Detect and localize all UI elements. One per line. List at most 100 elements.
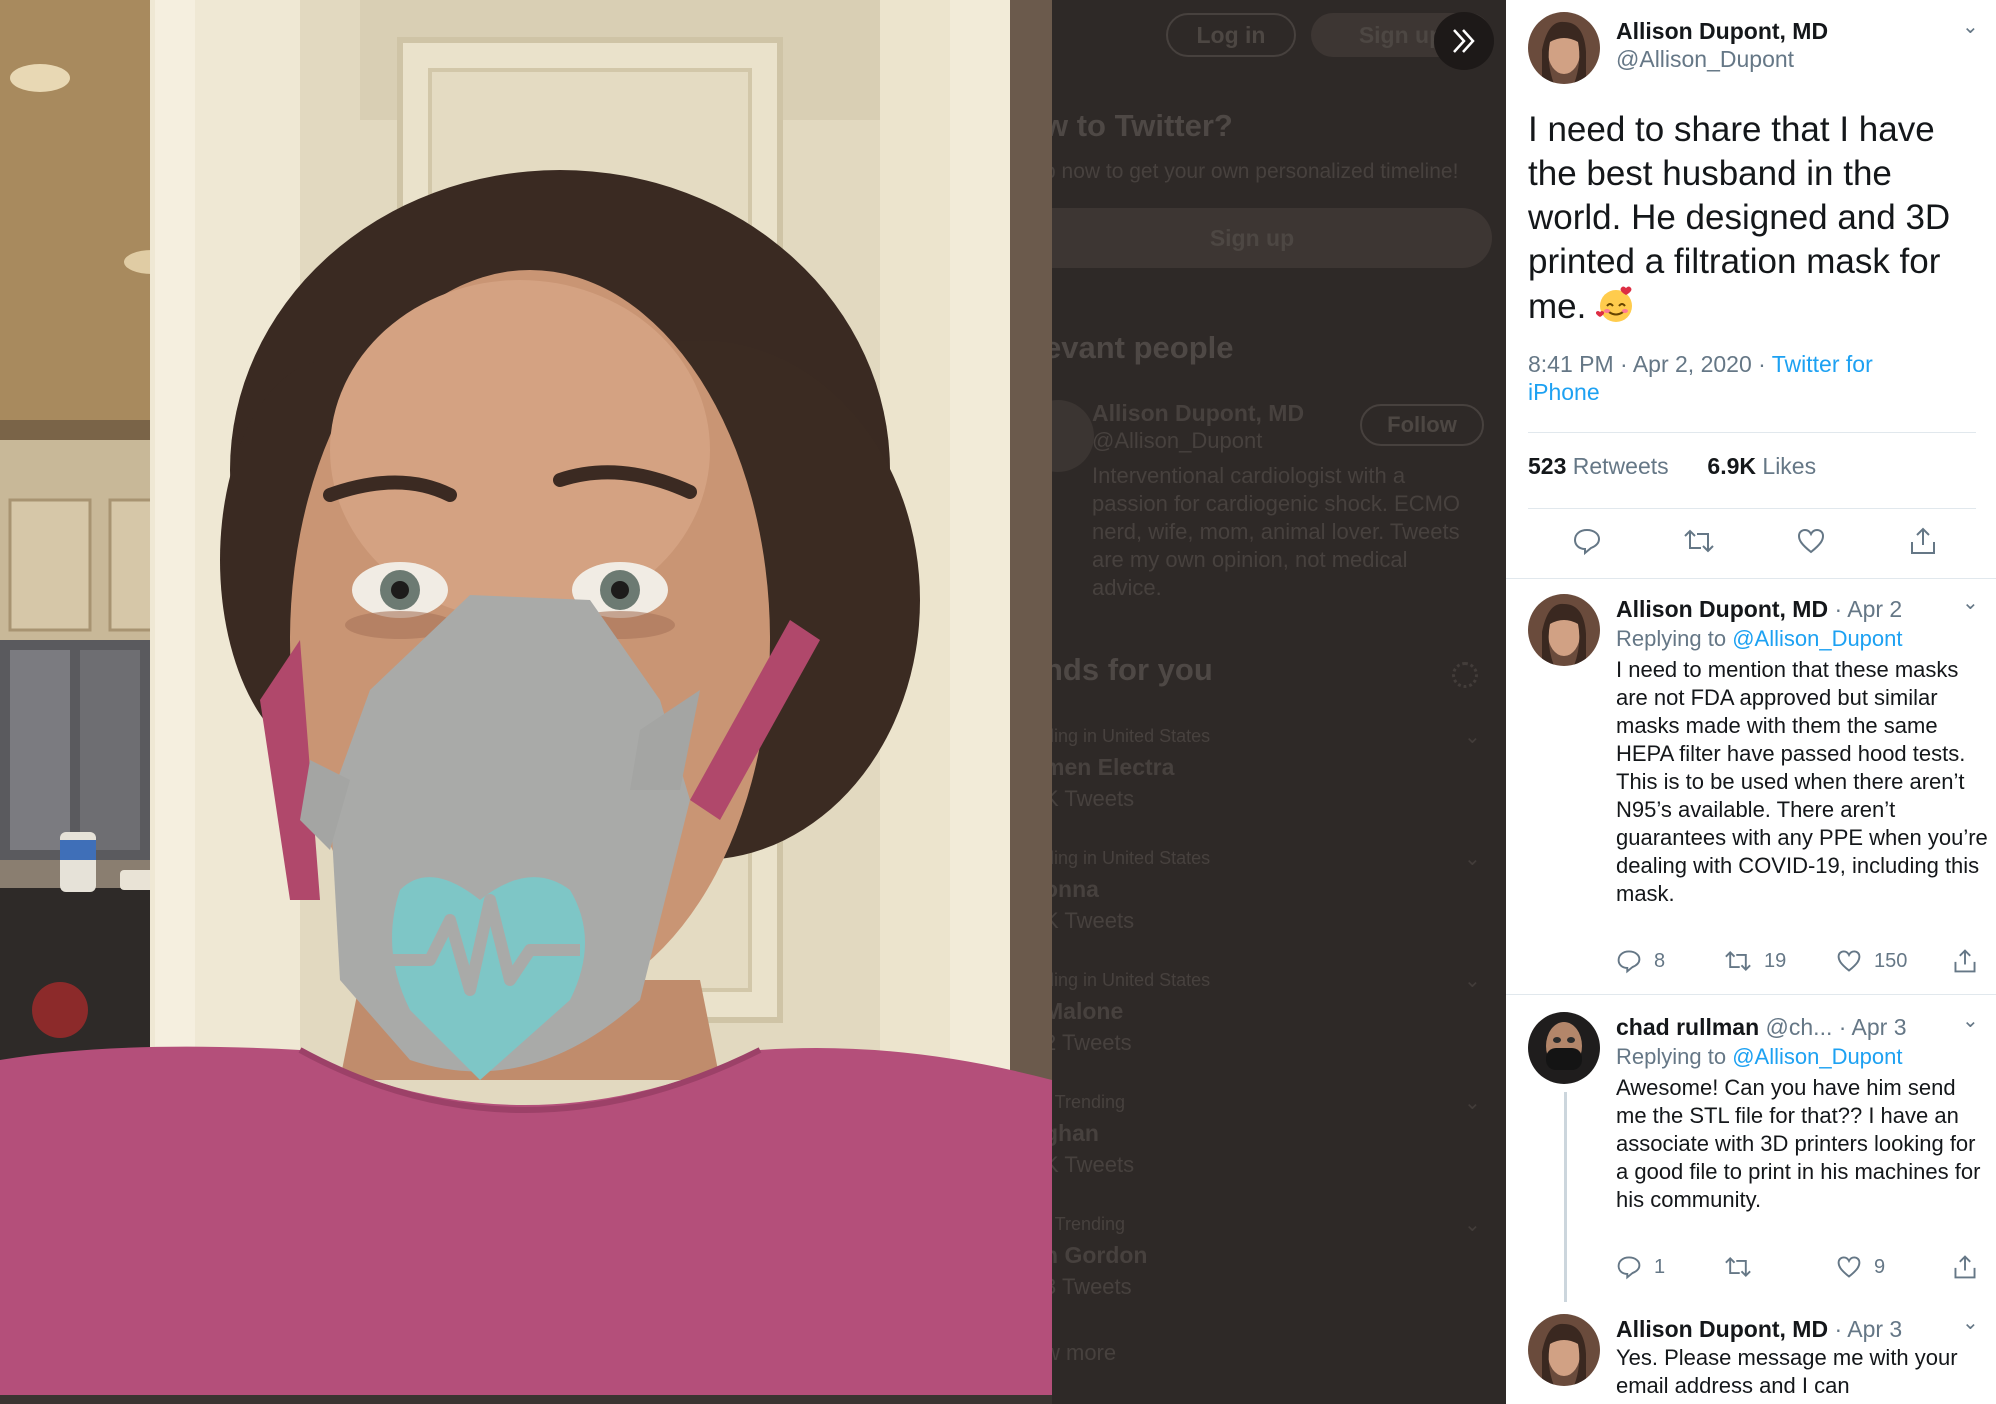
share-icon (1954, 949, 1976, 973)
trend-name: n Gordon (1052, 1242, 1148, 1268)
chevron-down-icon[interactable]: ⌄ (1962, 590, 1979, 615)
reply-handle-time[interactable]: · Apr 3 (1828, 1316, 1902, 1342)
chevron-down-icon[interactable]: ⌄ (1962, 14, 1979, 39)
share-icon (1911, 527, 1935, 554)
chevron-down-icon[interactable]: ⌄ (1464, 1212, 1481, 1237)
reply-icon (1617, 950, 1641, 974)
like-button[interactable]: 9 (1836, 1254, 1885, 1280)
avatar-image (1528, 594, 1600, 666)
reply-author-name[interactable]: chad rullman (1616, 1014, 1759, 1040)
replying-to: Replying to @Allison_Dupont (1616, 626, 1903, 652)
reply-icon (1573, 528, 1601, 556)
tweet-text-content: I need to share that I have the best hus… (1528, 110, 1951, 326)
trend-count: 3 Tweets (1052, 1274, 1132, 1299)
reply-text: Yes. Please message me with your email a… (1616, 1345, 1958, 1398)
reply-avatar[interactable] (1528, 594, 1600, 666)
avatar-image (1528, 12, 1600, 84)
trend-name: onna (1052, 876, 1099, 902)
likes-label: Likes (1762, 453, 1817, 479)
like-button[interactable] (1794, 524, 1828, 558)
likes-count: 6.9K (1707, 453, 1757, 479)
like-count: 150 (1874, 949, 1908, 972)
gear-icon[interactable] (1452, 662, 1478, 688)
reply-avatar[interactable] (1528, 1012, 1600, 1084)
reply-button[interactable]: 8 (1616, 948, 1665, 974)
reply-header: Allison Dupont, MD · Apr 3 (1616, 1316, 1902, 1343)
chevron-down-icon[interactable]: ⌄ (1962, 1008, 1979, 1033)
like-count: 9 (1874, 1255, 1886, 1278)
share-button[interactable] (1952, 1254, 1978, 1280)
chevron-down-icon[interactable]: ⌄ (1962, 1310, 1979, 1335)
relevant-name[interactable]: Allison Dupont, MD (1092, 400, 1304, 427)
like-button[interactable]: 150 (1836, 948, 1907, 974)
retweets-stat[interactable]: 523 Retweets (1528, 453, 1669, 479)
likes-stat[interactable]: 6.9K Likes (1707, 453, 1816, 479)
reply-count: 8 (1654, 949, 1666, 972)
share-button[interactable] (1906, 524, 1940, 558)
reply-header: chad rullman @ch... · Apr 3 (1616, 1014, 1907, 1041)
replying-to-link[interactable]: @Allison_Dupont (1732, 626, 1902, 651)
trend-name: men Electra (1052, 754, 1175, 780)
reply-header: Allison Dupont, MD · Apr 2 (1616, 596, 1902, 623)
tweet-photo[interactable] (0, 0, 1052, 1395)
retweet-count: 19 (1764, 949, 1787, 972)
tweet-detail-panel: Allison Dupont, MD @Allison_Dupont ⌄ I n… (1506, 0, 1996, 1404)
trend-name: ghan (1052, 1120, 1099, 1146)
reply-handle-time[interactable]: @ch... · Apr 3 (1759, 1014, 1907, 1040)
relevant-people-heading: evant people (1052, 330, 1234, 365)
photo-bottom-strip (0, 1395, 1052, 1404)
retweet-icon (1684, 529, 1714, 553)
retweet-button[interactable]: 19 (1724, 948, 1786, 974)
retweet-icon (1725, 950, 1751, 972)
chevron-down-icon[interactable]: ⌄ (1464, 724, 1481, 749)
tweet-timestamp[interactable]: 8:41 PM · Apr 2, 2020 · (1528, 351, 1772, 377)
trend-context: ding in United States (1052, 848, 1211, 868)
reply-button[interactable] (1570, 524, 1604, 558)
show-more-link[interactable]: w more (1052, 1340, 1116, 1366)
reply-handle-time[interactable]: · Apr 2 (1828, 596, 1902, 622)
avatar-image (1528, 1012, 1600, 1084)
retweet-button[interactable] (1724, 1254, 1764, 1280)
new-to-twitter-heading: w to Twitter? (1052, 108, 1233, 143)
follow-button[interactable]: Follow (1360, 404, 1484, 446)
avatar-image (1528, 1314, 1600, 1386)
chevron-down-icon[interactable]: ⌄ (1464, 846, 1481, 871)
trend-count: 2 Tweets (1052, 1030, 1132, 1055)
heart-icon (1837, 950, 1861, 972)
trends-heading: nds for you (1052, 652, 1213, 687)
author-avatar[interactable] (1528, 12, 1600, 84)
reply-avatar[interactable] (1528, 1314, 1600, 1386)
tweet-stats: 523 Retweets 6.9K Likes (1528, 453, 1816, 480)
share-button[interactable] (1952, 948, 1978, 974)
expand-panel-button[interactable] (1434, 12, 1494, 70)
thread-connector (1564, 1092, 1567, 1302)
reply-author-name[interactable]: Allison Dupont, MD (1616, 596, 1828, 622)
heart-icon (1837, 1256, 1861, 1278)
tweet-text: I need to share that I have the best hus… (1528, 108, 1978, 329)
dimmed-twitter-page: Log in Sign up w to Twitter? p now to ge… (1052, 0, 1506, 1404)
masked-selfie-image (0, 0, 1052, 1395)
tweet-meta: 8:41 PM · Apr 2, 2020 · Twitter for iPho… (1528, 350, 1948, 406)
signup-big-button[interactable]: Sign up (1052, 208, 1492, 268)
trend-context: ding in United States (1052, 726, 1211, 746)
replying-to-link[interactable]: @Allison_Dupont (1732, 1044, 1902, 1069)
login-button[interactable]: Log in (1166, 13, 1296, 57)
relevant-bio: Interventional cardiologist with a passi… (1092, 463, 1461, 600)
divider (1528, 432, 1976, 433)
replying-to: Replying to @Allison_Dupont (1616, 1044, 1903, 1070)
reply-button[interactable]: 1 (1616, 1254, 1665, 1280)
reply-text: I need to mention that these masks are n… (1616, 657, 1988, 906)
chevron-down-icon[interactable]: ⌄ (1464, 968, 1481, 993)
author-name[interactable]: Allison Dupont, MD (1616, 18, 1828, 45)
heart-icon (1797, 528, 1825, 554)
author-handle[interactable]: @Allison_Dupont (1616, 46, 1794, 73)
divider (1528, 508, 1976, 509)
relevant-handle: @Allison_Dupont (1092, 428, 1263, 453)
reply-author-name[interactable]: Allison Dupont, MD (1616, 1316, 1828, 1342)
trend-context: ding in United States (1052, 970, 1211, 990)
chevron-down-icon[interactable]: ⌄ (1464, 1090, 1481, 1115)
trend-context: · Trending (1052, 1214, 1126, 1234)
relevant-avatar[interactable] (1052, 400, 1094, 472)
trend-count: K Tweets (1052, 908, 1135, 933)
retweet-button[interactable] (1682, 524, 1716, 558)
